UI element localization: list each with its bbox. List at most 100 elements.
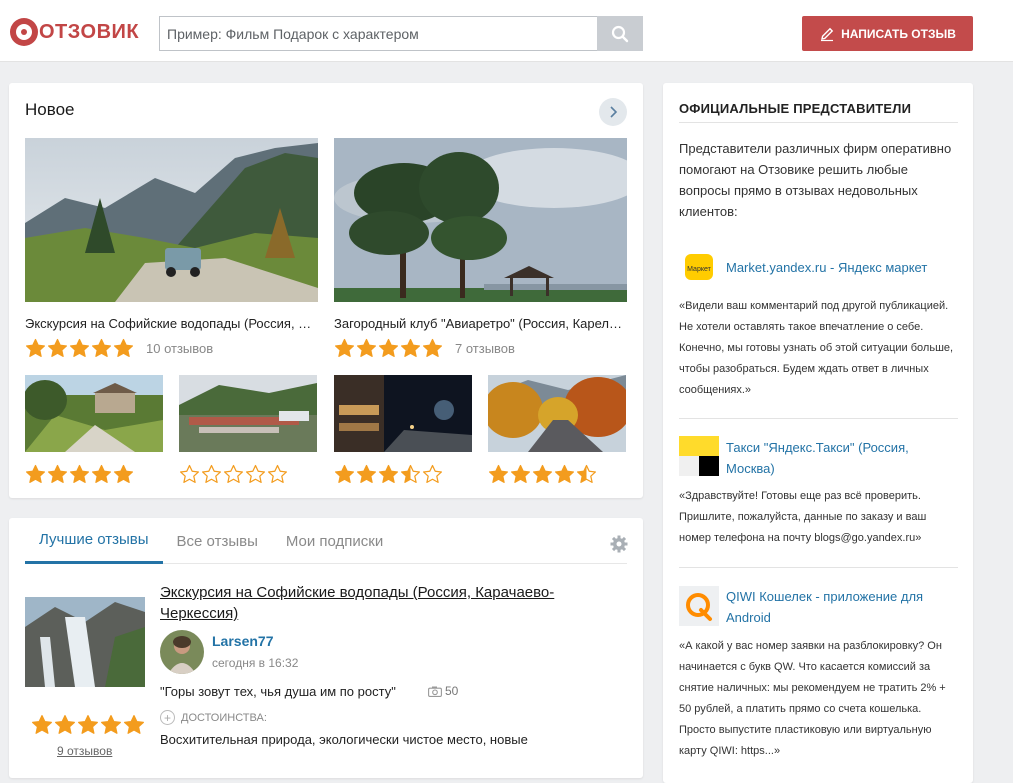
star-full-icon [532,464,553,483]
site-logo[interactable]: ОТЗОВИК [10,17,139,47]
autumn-road-photo[interactable] [483,375,632,452]
pros-text: Восхитительная природа, экологически чис… [160,732,528,747]
search-box [159,16,643,51]
chevron-right-icon [610,106,618,118]
star-full-icon [69,338,90,357]
rep-link-qiwi[interactable]: QIWI Кошелек - приложение для Android [726,586,956,628]
star-full-icon [488,464,509,483]
logo-text: ОТЗОВИК [39,20,140,43]
logo-icon [10,18,38,46]
review-count[interactable]: 10 отзывов [146,341,213,356]
star-half-icon [576,464,597,483]
camera-icon [428,686,442,697]
star-full-icon [334,464,355,483]
star-full-icon [91,464,112,483]
small-item[interactable] [179,375,317,485]
star-full-icon [113,464,134,483]
star-full-icon [356,464,377,483]
star-empty-icon [422,464,443,483]
rep-link-yandex-taxi[interactable]: Такси "Яндекс.Такси" (Россия, Москва) [726,437,956,479]
divider [679,567,958,568]
qiwi-logo[interactable] [679,586,719,626]
night-street-photo[interactable] [334,375,472,452]
star-full-icon [378,464,399,483]
review-count-link[interactable]: 9 отзывов [57,744,112,758]
rep-quote: «А какой у вас номер заявки на разблокир… [679,640,946,757]
search-input[interactable] [160,17,597,50]
tab-best-reviews[interactable]: Лучшие отзывы [25,518,163,564]
star-full-icon [334,338,355,357]
search-button[interactable] [597,16,643,51]
garden-photo[interactable] [23,375,163,452]
featured-caption[interactable]: Загородный клуб "Авиаретро" (Россия, Кар… [334,316,627,331]
gear-icon[interactable] [610,535,628,553]
rating-stars [25,338,134,359]
write-review-label: НАПИСАТЬ ОТЗЫВ [841,26,956,41]
star-full-icon [510,464,531,483]
star-empty-icon [179,464,200,483]
star-empty-icon [223,464,244,483]
small-item[interactable] [483,375,632,485]
star-half-icon [400,464,421,483]
star-full-icon [356,338,377,357]
featured-item[interactable]: Экскурсия на Софийские водопады (Россия,… [25,138,318,359]
star-full-icon [400,338,421,357]
star-full-icon [101,715,121,734]
header: ОТЗОВИК НАПИСАТЬ ОТЗЫВ [0,4,1013,62]
photo-count: 50 [428,684,458,698]
rating-stars [334,338,443,359]
rep-link-yandex-market[interactable]: Market.yandex.ru - Яндекс маркет [726,257,927,278]
star-full-icon [422,338,443,357]
rep-quote: «Здравствуйте! Готовы еще раз всё провер… [679,490,927,544]
sidebar-intro: Представители различных фирм оперативно … [679,141,952,219]
star-full-icon [378,338,399,357]
pencil-icon [821,27,834,41]
rating-stars [31,714,145,736]
star-full-icon [32,715,52,734]
divider [679,122,958,123]
photo-count-value: 50 [445,684,459,698]
featured-item[interactable]: Загородный клуб "Авиаретро" (Россия, Кар… [334,138,644,359]
review-title-link[interactable]: Экскурсия на Софийские водопады (Россия,… [160,582,610,624]
review-quote[interactable]: "Горы зовут тех, чья душа им по росту" [160,684,396,699]
avatar[interactable] [160,630,204,674]
waterfall-trip-photo[interactable] [25,138,318,302]
mountain-village-photo[interactable] [179,375,317,452]
author-link[interactable]: Larsen77 [212,633,273,649]
star-empty-icon [267,464,288,483]
pros-label-text: ДОСТОИНСТВА: [181,711,267,724]
star-empty-icon [245,464,266,483]
pros-label: + ДОСТОИНСТВА: [160,710,267,725]
star-full-icon [47,338,68,357]
yandex-taxi-logo[interactable] [679,436,719,476]
star-full-icon [78,715,98,734]
star-full-icon [554,464,575,483]
small-item[interactable] [23,375,163,485]
rating-stars [25,464,163,485]
section-title: Новое [25,100,75,119]
reviews-card: Лучшие отзывы Все отзывы Мои подписки 9 … [9,518,643,778]
sidebar-title: ОФИЦИАЛЬНЫЕ ПРЕДСТАВИТЕЛИ [679,101,912,116]
rating-stars [179,464,317,485]
star-full-icon [113,338,134,357]
star-full-icon [55,715,75,734]
star-full-icon [69,464,90,483]
star-full-icon [47,464,68,483]
star-empty-icon [201,464,222,483]
star-full-icon [25,338,46,357]
review-photo[interactable] [25,597,145,687]
yandex-market-logo[interactable]: Маркет [679,247,719,287]
next-button[interactable] [599,98,627,126]
tab-all-reviews[interactable]: Все отзывы [163,518,272,564]
review-date: сегодня в 16:32 [212,656,299,670]
small-item[interactable] [334,375,472,485]
tab-my-subscriptions[interactable]: Мои подписки [272,518,397,564]
review-count[interactable]: 7 отзывов [455,341,515,356]
country-club-photo[interactable] [334,138,644,302]
rep-quote: «Видели ваш комментарий под другой публи… [679,300,954,396]
rating-stars [334,464,472,485]
write-review-button[interactable]: НАПИСАТЬ ОТЗЫВ [802,16,973,51]
search-icon [611,25,629,42]
featured-caption[interactable]: Экскурсия на Софийские водопады (Россия,… [25,316,318,331]
plus-icon: + [160,710,175,725]
